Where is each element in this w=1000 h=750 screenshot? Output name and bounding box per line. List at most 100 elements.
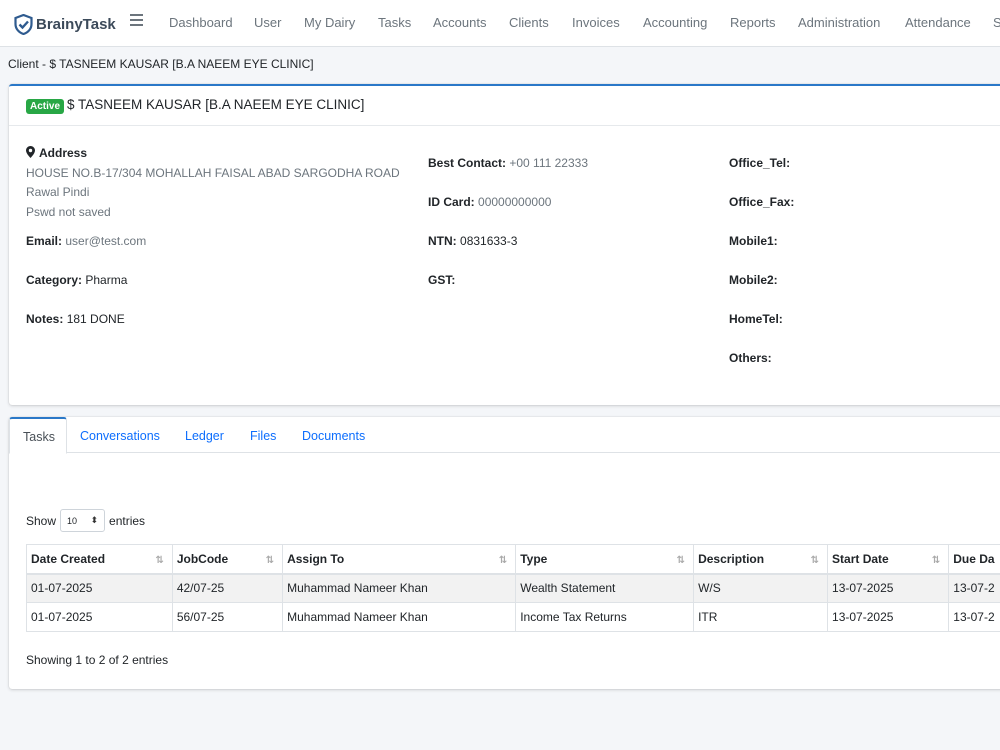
tab-documents[interactable]: Documents bbox=[302, 417, 365, 453]
col-label: Start Date bbox=[832, 551, 889, 566]
client-card-header: Active $ TASNEEM KAUSAR [B.A NAEEM EYE C… bbox=[9, 86, 1000, 126]
breadcrumb: Client - $ TASNEEM KAUSAR [B.A NAEEM EYE… bbox=[8, 57, 314, 71]
nav-reports[interactable]: Reports bbox=[730, 15, 776, 30]
cell-assign-to: Muhammad Nameer Khan bbox=[282, 573, 517, 603]
hometel-field: HomeTel: bbox=[729, 312, 783, 326]
email-field: Email: user@test.com bbox=[26, 234, 146, 248]
col-label: Type bbox=[520, 551, 548, 566]
tasks-card: Tasks Conversations Ledger Files Documen… bbox=[9, 417, 1000, 689]
nav-accounts[interactable]: Accounts bbox=[433, 15, 486, 30]
ntn-field: NTN: 0831633-3 bbox=[428, 234, 517, 248]
office-tel-label: Office_Tel: bbox=[729, 156, 791, 170]
col-due-date[interactable]: Due Da bbox=[948, 544, 1000, 575]
brand-name: BrainyTask bbox=[36, 15, 116, 33]
col-label: Description bbox=[698, 551, 765, 566]
mobile1-field: Mobile1: bbox=[729, 234, 778, 248]
sort-icon: ⇅ bbox=[155, 555, 164, 566]
page-length-select[interactable]: 10 ⬍ bbox=[60, 509, 106, 532]
cell-date-created: 01-07-2025 bbox=[26, 602, 173, 632]
best-contact-value: +00 111 22333 bbox=[509, 156, 588, 170]
client-title: $ TASNEEM KAUSAR [B.A NAEEM EYE CLINIC] bbox=[67, 97, 365, 112]
cell-type: Income Tax Returns bbox=[515, 602, 695, 632]
status-badge: Active bbox=[26, 99, 65, 114]
col-label: JobCode bbox=[176, 551, 229, 566]
sort-icon: ⇅ bbox=[810, 555, 820, 566]
col-jobcode[interactable]: JobCode ⇅ bbox=[171, 544, 284, 575]
nav-user[interactable]: User bbox=[254, 15, 281, 30]
others-field: Others: bbox=[729, 351, 772, 365]
notes-label: Notes: bbox=[26, 312, 64, 326]
menu-toggle-icon[interactable] bbox=[130, 14, 143, 27]
best-contact-field: Best Contact: +00 111 22333 bbox=[428, 156, 588, 170]
table-row[interactable]: 01-07-2025 42/07-25 Muhammad Nameer Khan… bbox=[26, 573, 1000, 603]
id-card-label: ID Card: bbox=[428, 195, 475, 209]
mobile2-label: Mobile2: bbox=[729, 273, 778, 287]
col-date-created[interactable]: Date Created ⇅ bbox=[26, 544, 173, 575]
cell-due-date: 13-07-2 bbox=[948, 573, 1000, 603]
gst-field: GST: bbox=[428, 273, 455, 287]
address-line2: Rawal Pindi bbox=[26, 185, 90, 199]
col-start-date[interactable]: Start Date ⇅ bbox=[827, 544, 950, 575]
nav-dashboard[interactable]: Dashboard bbox=[169, 15, 233, 30]
nav-administration[interactable]: Administration bbox=[798, 15, 880, 30]
nav-invoices[interactable]: Invoices bbox=[572, 15, 620, 30]
col-assign-to[interactable]: Assign To ⇅ bbox=[282, 544, 517, 575]
tab-ledger[interactable]: Ledger bbox=[185, 417, 224, 453]
cell-assign-to: Muhammad Nameer Khan bbox=[282, 602, 517, 632]
nav-attendance[interactable]: Attendance bbox=[905, 15, 971, 30]
cell-due-date: 13-07-2 bbox=[948, 602, 1000, 632]
ntn-label: NTN: bbox=[428, 234, 457, 248]
address-line1: HOUSE NO.B-17/304 MOHALLAH FAISAL ABAD S… bbox=[26, 166, 400, 180]
nav-more[interactable]: S bbox=[993, 15, 1000, 30]
cell-description: ITR bbox=[693, 602, 829, 632]
cell-type: Wealth Statement bbox=[515, 573, 695, 603]
hometel-label: HomeTel: bbox=[729, 312, 783, 326]
nav-clients[interactable]: Clients bbox=[509, 15, 549, 30]
sort-updown-icon: ⬍ bbox=[90, 515, 99, 525]
sort-icon: ⇅ bbox=[265, 555, 275, 566]
notes-value: 181 DONE bbox=[66, 312, 125, 326]
cell-date-created: 01-07-2025 bbox=[26, 573, 173, 603]
cell-start-date: 13-07-2025 bbox=[827, 602, 950, 632]
office-fax-field: Office_Fax: bbox=[729, 195, 794, 209]
sort-icon: ⇅ bbox=[498, 555, 508, 566]
page-length-control: Show 10 ⬍ entries bbox=[26, 509, 145, 532]
col-description[interactable]: Description ⇅ bbox=[693, 544, 829, 575]
sort-icon: ⇅ bbox=[676, 555, 686, 566]
cell-description: W/S bbox=[693, 573, 829, 603]
best-contact-label: Best Contact: bbox=[428, 156, 507, 170]
nav-tasks[interactable]: Tasks bbox=[378, 15, 411, 30]
others-label: Others: bbox=[729, 351, 772, 365]
nav-accounting[interactable]: Accounting bbox=[643, 15, 707, 30]
entries-label: entries bbox=[109, 513, 146, 528]
id-card-value: 00000000000 bbox=[478, 195, 552, 209]
pswd-note: Pswd not saved bbox=[26, 205, 111, 219]
table-row[interactable]: 01-07-2025 56/07-25 Muhammad Nameer Khan… bbox=[26, 602, 1000, 632]
tab-files[interactable]: Files bbox=[250, 417, 276, 453]
col-label: Due Da bbox=[953, 551, 995, 566]
tab-tasks[interactable]: Tasks bbox=[9, 417, 67, 454]
col-label: Assign To bbox=[287, 551, 345, 566]
category-label: Category: bbox=[26, 273, 83, 287]
client-card: Active $ TASNEEM KAUSAR [B.A NAEEM EYE C… bbox=[9, 84, 1000, 405]
col-type[interactable]: Type ⇅ bbox=[515, 544, 695, 575]
id-card-field: ID Card: 00000000000 bbox=[428, 195, 551, 209]
email-value: user@test.com bbox=[65, 234, 147, 248]
ntn-value: 0831633-3 bbox=[460, 234, 518, 248]
cell-start-date: 13-07-2025 bbox=[827, 573, 950, 603]
office-tel-field: Office_Tel: bbox=[729, 156, 790, 170]
map-marker-icon bbox=[26, 146, 35, 158]
cell-jobcode: 42/07-25 bbox=[171, 573, 284, 603]
brand-logo[interactable]: BrainyTask bbox=[14, 12, 116, 36]
show-label: Show bbox=[26, 513, 57, 528]
nav-my-dairy[interactable]: My Dairy bbox=[304, 15, 355, 30]
top-navbar: BrainyTask Dashboard User My Dairy Tasks… bbox=[0, 0, 1000, 47]
col-label: Date Created bbox=[31, 551, 106, 566]
table-info: Showing 1 to 2 of 2 entries bbox=[26, 653, 169, 667]
notes-field: Notes: 181 DONE bbox=[26, 312, 125, 326]
address-heading: Address bbox=[26, 146, 87, 160]
page-length-value: 10 bbox=[67, 515, 78, 526]
category-value: Pharma bbox=[85, 273, 128, 287]
tasks-table: Date Created ⇅ JobCode ⇅ Assign To ⇅ Type ⇅ … bbox=[26, 544, 1000, 632]
tab-conversations[interactable]: Conversations bbox=[80, 417, 160, 453]
